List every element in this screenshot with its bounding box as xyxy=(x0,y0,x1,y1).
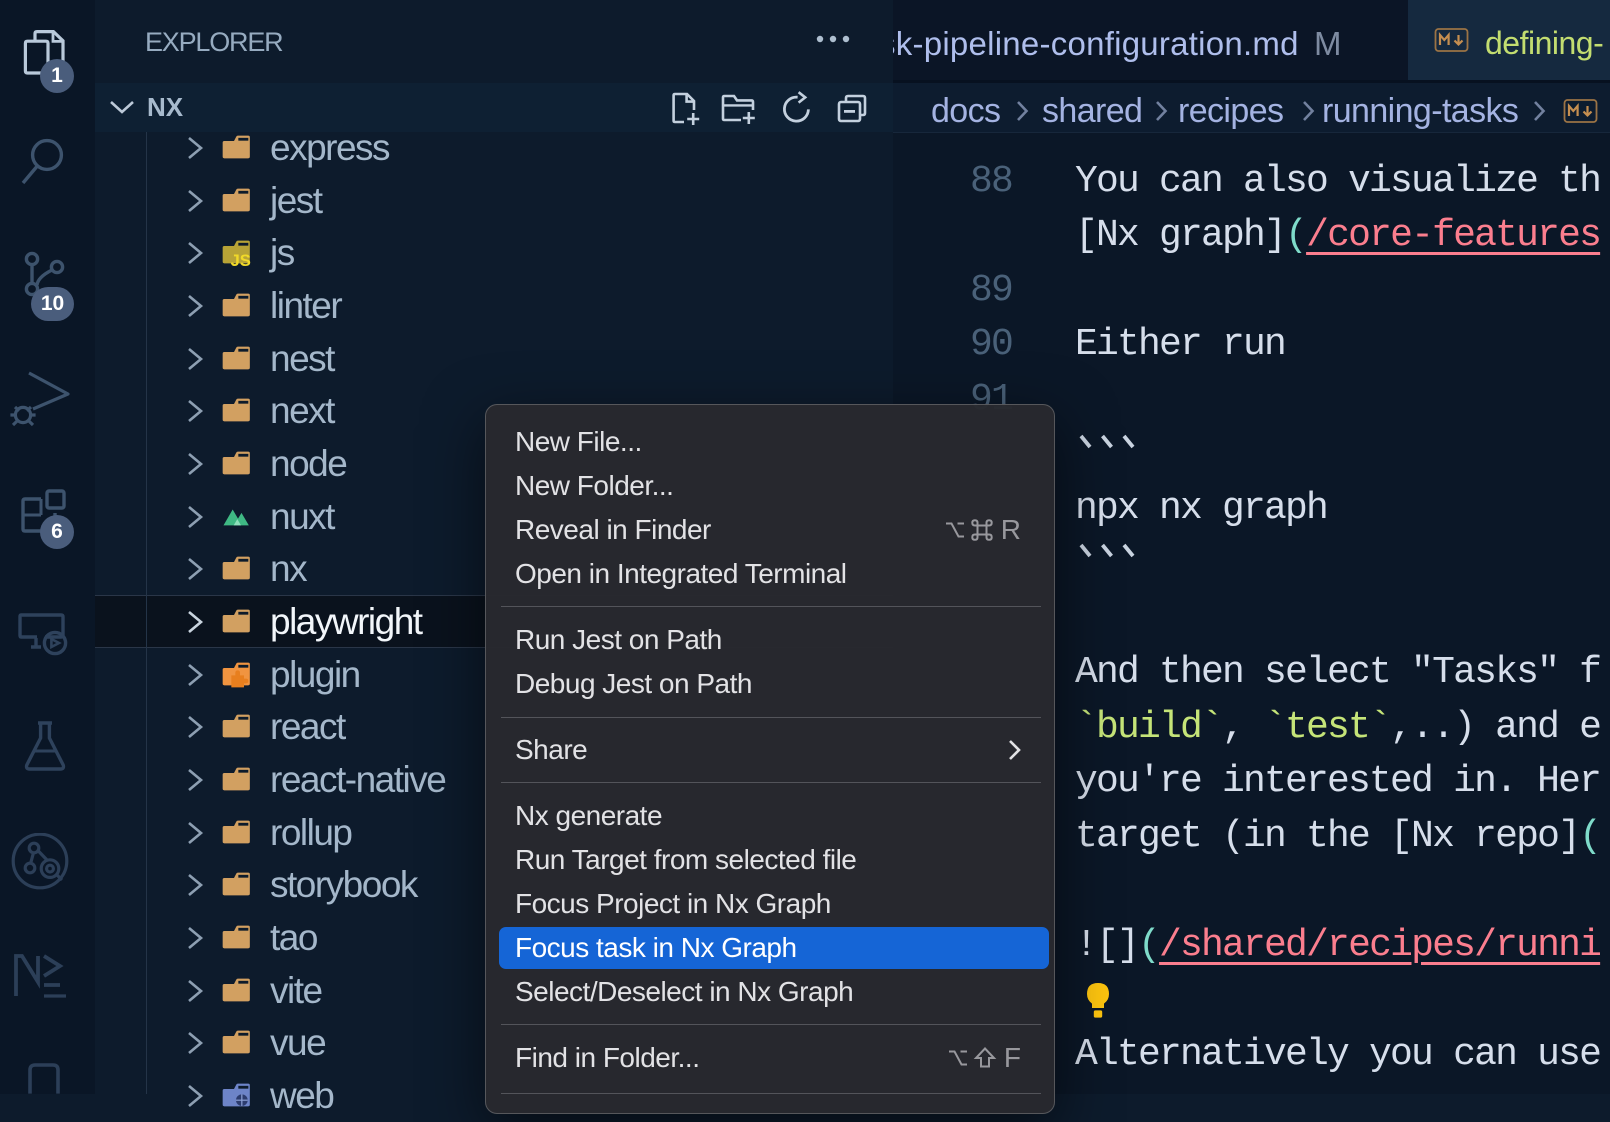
svg-text:JS: JS xyxy=(230,251,250,267)
